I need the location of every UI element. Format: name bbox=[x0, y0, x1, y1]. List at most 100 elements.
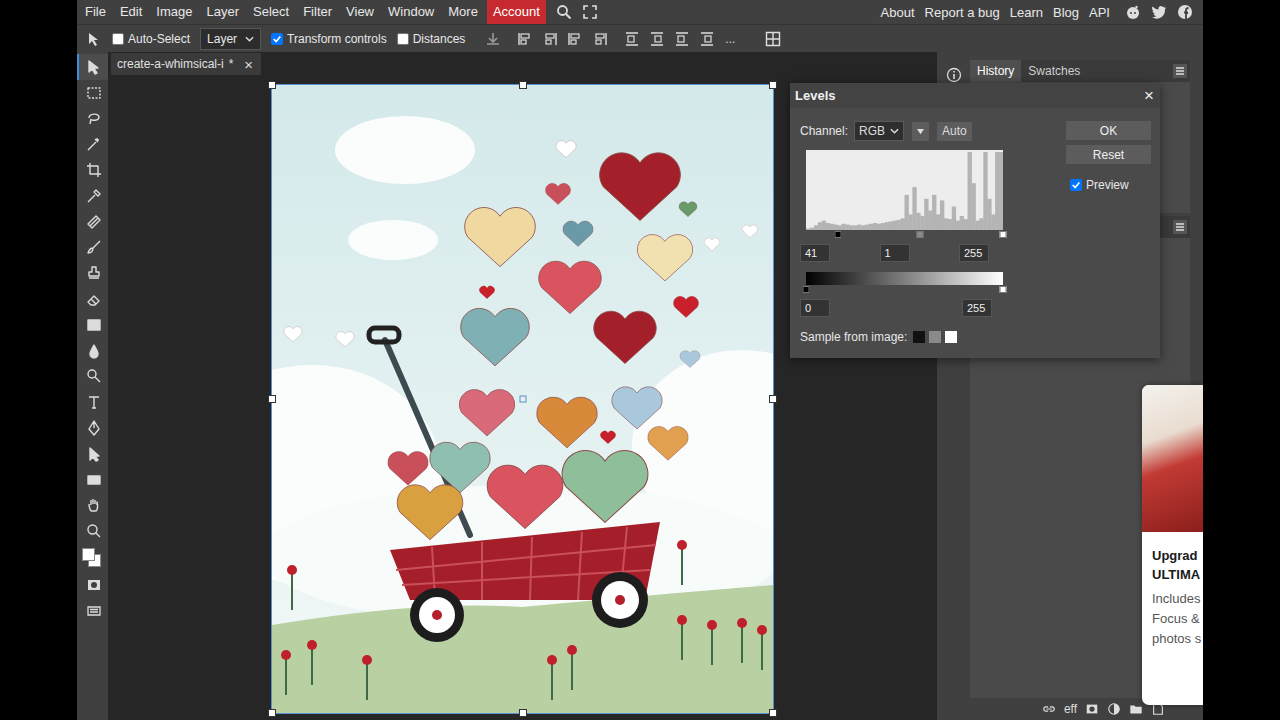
tool-button[interactable] bbox=[77, 493, 108, 519]
distribute-icon[interactable] bbox=[649, 31, 665, 47]
fullscreen-icon[interactable] bbox=[582, 4, 598, 20]
color-swatches[interactable] bbox=[82, 548, 104, 570]
transform-handle[interactable] bbox=[769, 395, 777, 403]
transform-handle[interactable] bbox=[268, 81, 276, 89]
link-icon[interactable] bbox=[1042, 702, 1056, 716]
document-tab[interactable]: create-a-whimsical-i*× bbox=[111, 53, 261, 75]
menu-item[interactable]: Edit bbox=[113, 0, 149, 24]
transform-handle[interactable] bbox=[519, 709, 527, 717]
input-white-field[interactable]: 255 bbox=[959, 244, 989, 262]
close-button[interactable]: × bbox=[1144, 87, 1154, 104]
transform-handle[interactable] bbox=[769, 709, 777, 717]
foreground-color[interactable] bbox=[82, 548, 95, 561]
download-icon[interactable] bbox=[485, 31, 501, 47]
grid-icon[interactable] bbox=[765, 31, 781, 47]
search-icon[interactable] bbox=[556, 4, 572, 20]
output-black-handle[interactable] bbox=[803, 286, 810, 293]
auto-select-checkbox[interactable] bbox=[112, 33, 124, 45]
facebook-icon[interactable] bbox=[1177, 4, 1193, 20]
screen-mode-button[interactable] bbox=[77, 598, 108, 624]
gamma-handle[interactable] bbox=[917, 231, 924, 238]
canvas[interactable] bbox=[272, 85, 773, 713]
output-white-field[interactable]: 255 bbox=[962, 299, 992, 317]
tool-button[interactable] bbox=[77, 389, 108, 415]
mask-icon[interactable] bbox=[1085, 702, 1099, 716]
tool-button[interactable] bbox=[77, 235, 108, 261]
menu-item[interactable]: Select bbox=[246, 0, 296, 24]
close-tab-button[interactable]: × bbox=[244, 56, 253, 73]
effects-button[interactable]: eff bbox=[1064, 702, 1077, 716]
tool-button[interactable] bbox=[77, 518, 108, 544]
pivot-handle[interactable] bbox=[519, 396, 526, 403]
distances-checkbox[interactable] bbox=[397, 33, 409, 45]
menu-item[interactable]: Layer bbox=[200, 0, 247, 24]
menu-item[interactable]: View bbox=[339, 0, 381, 24]
reset-button[interactable]: Reset bbox=[1066, 145, 1151, 164]
black-point-handle[interactable] bbox=[834, 231, 841, 238]
ok-button[interactable]: OK bbox=[1066, 121, 1151, 140]
preview-option[interactable]: Preview bbox=[1066, 178, 1151, 192]
tool-button[interactable] bbox=[77, 157, 108, 183]
site-link[interactable]: Learn bbox=[1005, 5, 1048, 20]
tool-button[interactable] bbox=[77, 80, 108, 106]
tool-button[interactable] bbox=[77, 183, 108, 209]
distribute-icon[interactable] bbox=[624, 31, 640, 47]
adjustment-icon[interactable] bbox=[1107, 702, 1121, 716]
sample-gray-button[interactable] bbox=[929, 331, 941, 343]
menu-item[interactable]: Image bbox=[149, 0, 199, 24]
tool-button[interactable] bbox=[77, 312, 108, 338]
info-icon[interactable] bbox=[946, 67, 962, 83]
input-black-field[interactable]: 41 bbox=[800, 244, 830, 262]
more-options[interactable]: ... bbox=[725, 32, 735, 46]
auto-select-option[interactable]: Auto-Select bbox=[112, 32, 190, 46]
panel-tab[interactable]: Swatches bbox=[1021, 60, 1087, 82]
dialog-title-bar[interactable]: Levels× bbox=[790, 83, 1160, 108]
tool-button[interactable] bbox=[77, 441, 108, 467]
white-point-handle[interactable] bbox=[1000, 231, 1007, 238]
tool-button[interactable] bbox=[77, 286, 108, 312]
menu-icon[interactable] bbox=[1173, 64, 1187, 78]
sample-white-button[interactable] bbox=[945, 331, 957, 343]
menu-item[interactable]: File bbox=[78, 0, 113, 24]
distribute-icon[interactable] bbox=[674, 31, 690, 47]
panel-tab[interactable]: History bbox=[970, 60, 1021, 82]
transform-handle[interactable] bbox=[519, 81, 527, 89]
menu-item[interactable]: Filter bbox=[296, 0, 339, 24]
align-icon[interactable] bbox=[517, 31, 533, 47]
transform-handle[interactable] bbox=[268, 709, 276, 717]
output-black-field[interactable]: 0 bbox=[800, 299, 830, 317]
tool-button[interactable] bbox=[77, 54, 108, 80]
site-link[interactable]: About bbox=[876, 5, 920, 20]
site-link[interactable]: API bbox=[1084, 5, 1115, 20]
ad-panel[interactable]: UpgradULTIMAIncludesFocus &photos s bbox=[1142, 385, 1203, 705]
tool-button[interactable] bbox=[77, 106, 108, 132]
align-icon[interactable] bbox=[567, 31, 583, 47]
tool-button[interactable] bbox=[77, 364, 108, 390]
distribute-icon[interactable] bbox=[699, 31, 715, 47]
menu-icon[interactable] bbox=[1173, 220, 1187, 234]
folder-icon[interactable] bbox=[1129, 702, 1143, 716]
tool-button[interactable] bbox=[77, 415, 108, 441]
site-link[interactable]: Blog bbox=[1048, 5, 1084, 20]
tool-button[interactable] bbox=[77, 467, 108, 493]
align-icon[interactable] bbox=[542, 31, 558, 47]
distances-option[interactable]: Distances bbox=[397, 32, 466, 46]
transform-controls-checkbox[interactable] bbox=[271, 33, 283, 45]
tool-button[interactable] bbox=[77, 338, 108, 364]
account-button[interactable]: Account bbox=[487, 0, 546, 24]
preview-checkbox[interactable] bbox=[1070, 179, 1082, 191]
presets-button[interactable] bbox=[912, 122, 929, 141]
transform-handle[interactable] bbox=[268, 395, 276, 403]
transform-controls-option[interactable]: Transform controls bbox=[271, 32, 387, 46]
reddit-icon[interactable] bbox=[1125, 4, 1141, 20]
output-white-handle[interactable] bbox=[1000, 286, 1007, 293]
tool-button[interactable] bbox=[77, 209, 108, 235]
channel-select[interactable]: RGB bbox=[854, 121, 904, 141]
tool-button[interactable] bbox=[77, 131, 108, 157]
auto-button[interactable]: Auto bbox=[937, 122, 972, 141]
site-link[interactable]: Report a bug bbox=[920, 5, 1005, 20]
sample-black-button[interactable] bbox=[913, 331, 925, 343]
align-icon[interactable] bbox=[592, 31, 608, 47]
quick-mask-button[interactable] bbox=[77, 572, 108, 598]
input-gamma-field[interactable]: 1 bbox=[880, 244, 910, 262]
